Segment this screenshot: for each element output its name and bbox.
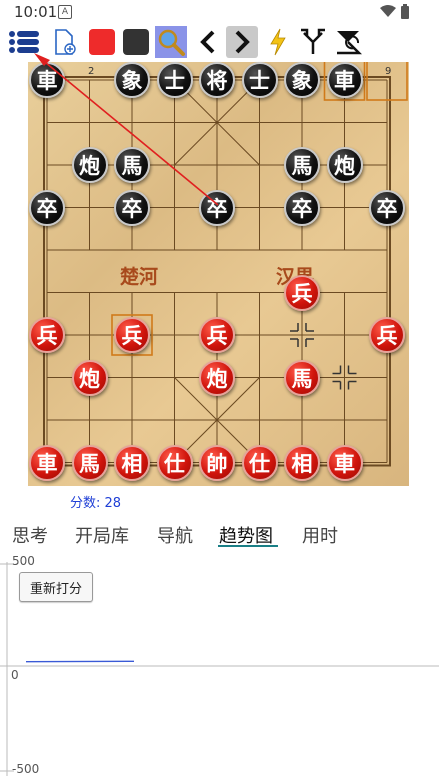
tab-navigation[interactable]: 导航 bbox=[157, 522, 193, 548]
red-piece[interactable]: 兵 bbox=[369, 317, 405, 353]
red-piece[interactable]: 兵 bbox=[114, 317, 150, 353]
arrow-annotation bbox=[34, 53, 219, 206]
score-label: 分数: 28 bbox=[70, 496, 122, 511]
red-piece[interactable]: 兵 bbox=[284, 274, 320, 311]
red-piece[interactable]: 馬 bbox=[284, 359, 320, 396]
y-top-label: 500 bbox=[12, 554, 35, 568]
red-piece[interactable]: 車 bbox=[326, 444, 363, 481]
red-piece[interactable]: 相 bbox=[114, 444, 150, 481]
tab-thinking[interactable]: 思考 bbox=[12, 522, 48, 548]
red-piece[interactable]: 炮 bbox=[199, 359, 235, 396]
rescore-button[interactable]: 重新打分 bbox=[19, 572, 93, 602]
tab-opening-book[interactable]: 开局库 bbox=[75, 522, 129, 548]
y-bottom-label: -500 bbox=[12, 762, 40, 776]
tab-selected-indicator bbox=[218, 545, 278, 547]
y-zero-label: 0 bbox=[11, 668, 19, 682]
red-piece[interactable]: 帥 bbox=[199, 444, 235, 481]
red-piece[interactable]: 兵 bbox=[199, 317, 235, 353]
red-piece[interactable]: 仕 bbox=[156, 444, 193, 481]
tab-time[interactable]: 用时 bbox=[302, 522, 338, 548]
red-piece[interactable]: 馬 bbox=[71, 444, 108, 481]
red-piece[interactable]: 兵 bbox=[29, 317, 65, 353]
red-piece[interactable]: 仕 bbox=[241, 444, 278, 481]
red-piece[interactable]: 炮 bbox=[71, 359, 108, 396]
red-piece[interactable]: 車 bbox=[29, 444, 65, 481]
river-chu: 楚河 bbox=[120, 266, 159, 288]
red-piece[interactable]: 相 bbox=[284, 444, 320, 481]
